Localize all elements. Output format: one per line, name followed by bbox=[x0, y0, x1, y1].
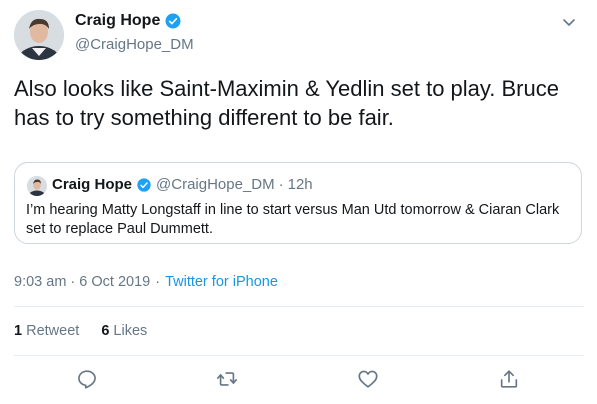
action-bar bbox=[0, 368, 597, 394]
reply-button[interactable] bbox=[76, 368, 100, 392]
tweet-meta: 9:03 am · 6 Oct 2019 · Twitter for iPhon… bbox=[14, 274, 278, 290]
chevron-down-icon[interactable] bbox=[561, 14, 577, 30]
quoted-author-name: Craig Hope bbox=[52, 176, 133, 193]
author-name-row[interactable]: Craig Hope bbox=[75, 12, 182, 30]
timestamp[interactable]: 9:03 am · 6 Oct 2019 bbox=[14, 274, 150, 290]
likes-count: 6 bbox=[101, 323, 110, 339]
tweet-card: Craig Hope @CraigHope_DM Also looks like… bbox=[0, 0, 597, 404]
quoted-time: 12h bbox=[287, 176, 313, 193]
source-link[interactable]: Twitter for iPhone bbox=[165, 274, 278, 290]
heart-icon bbox=[357, 368, 381, 390]
divider bbox=[14, 355, 584, 356]
likes-label: Likes bbox=[113, 323, 148, 339]
quoted-tweet[interactable]: Craig Hope @CraigHope_DM · 12h I’m heari… bbox=[14, 162, 582, 244]
author-handle[interactable]: @CraigHope_DM bbox=[75, 36, 194, 53]
tweet-stats: 1 Retweet 6 Likes bbox=[14, 323, 147, 339]
retweets-label: Retweet bbox=[26, 323, 80, 339]
reply-icon bbox=[76, 368, 100, 390]
divider bbox=[14, 306, 584, 307]
quoted-author-handle: @CraigHope_DM bbox=[156, 176, 275, 193]
meta-separator: · bbox=[155, 274, 161, 290]
verified-badge-icon bbox=[136, 177, 152, 193]
verified-badge-icon bbox=[164, 12, 182, 30]
retweet-icon bbox=[216, 368, 240, 390]
quoted-header: Craig Hope @CraigHope_DM · 12h bbox=[52, 176, 313, 193]
retweet-button[interactable] bbox=[216, 368, 240, 392]
quoted-avatar bbox=[27, 176, 47, 196]
avatar[interactable] bbox=[14, 10, 64, 60]
share-icon bbox=[498, 368, 522, 390]
retweets-count: 1 bbox=[14, 323, 23, 339]
tweet-text: Also looks like Saint-Maximin & Yedlin s… bbox=[14, 76, 559, 130]
author-name[interactable]: Craig Hope bbox=[75, 12, 160, 30]
quoted-separator: · bbox=[278, 176, 284, 193]
share-button[interactable] bbox=[498, 368, 522, 392]
quoted-text: I’m hearing Matty Longstaff in line to s… bbox=[26, 202, 560, 237]
likes-stat[interactable]: 6 Likes bbox=[101, 323, 147, 339]
retweets-stat[interactable]: 1 Retweet bbox=[14, 323, 79, 339]
like-button[interactable] bbox=[357, 368, 381, 392]
